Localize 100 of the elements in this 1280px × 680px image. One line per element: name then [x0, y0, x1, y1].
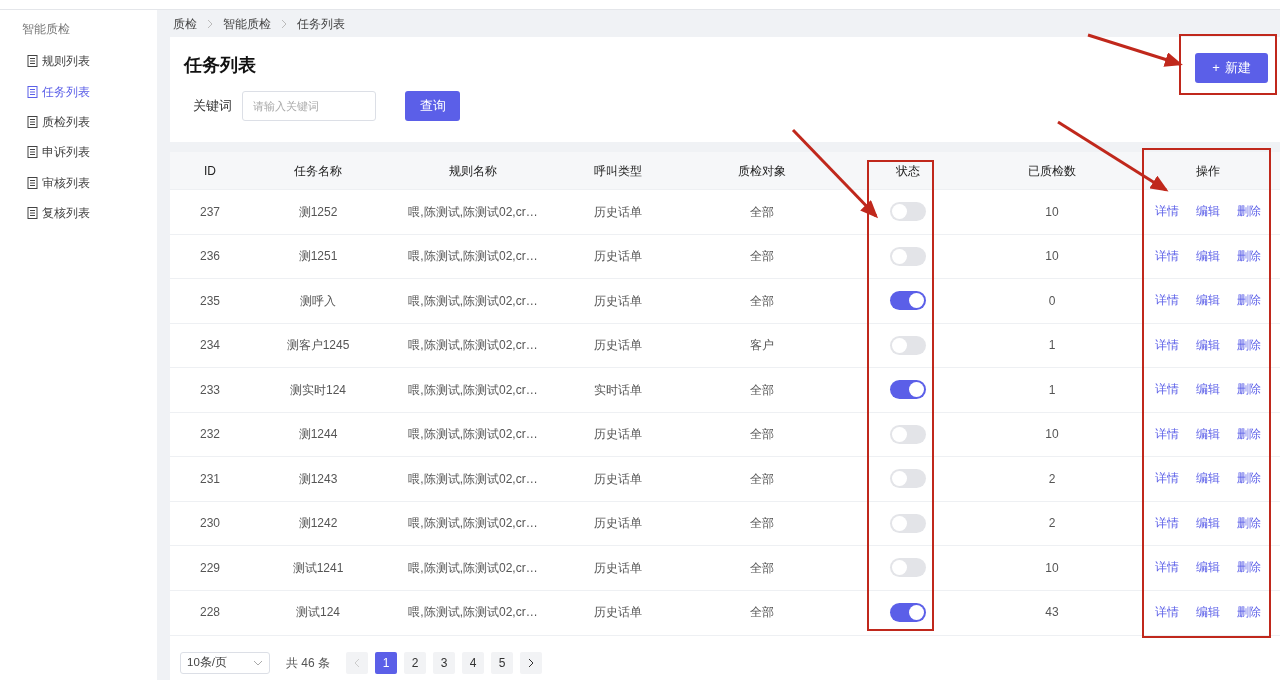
table-cell: 测试1241 — [250, 545, 386, 590]
table-cell: 历史话单 — [560, 545, 676, 590]
table-cell: 1 — [968, 322, 1136, 367]
status-toggle[interactable] — [890, 513, 926, 533]
action-link[interactable]: 编辑 — [1196, 514, 1220, 532]
table-cell: 228 — [170, 589, 250, 634]
table-cell: 喂,陈测试,陈测试02,cr… — [386, 456, 560, 501]
action-link[interactable]: 删除 — [1237, 292, 1261, 310]
page-button[interactable]: 5 — [491, 652, 513, 674]
action-link[interactable]: 详情 — [1155, 247, 1179, 265]
keyword-input-field[interactable]: 请输入关键词 — [242, 90, 376, 121]
column-header: 呼叫类型 — [560, 152, 676, 189]
action-link[interactable]: 详情 — [1155, 470, 1179, 488]
breadcrumb-link[interactable]: 质检 — [173, 14, 197, 33]
action-link[interactable]: 编辑 — [1196, 470, 1220, 488]
column-header: 已质检数 — [968, 152, 1136, 189]
table-cell: 全部 — [676, 545, 848, 590]
table-cell: 测1244 — [250, 411, 386, 456]
status-toggle[interactable] — [890, 246, 926, 266]
action-link[interactable]: 删除 — [1237, 470, 1261, 488]
page-size-select[interactable]: 10条/页 — [180, 652, 270, 674]
table-cell: 10 — [968, 189, 1136, 234]
table-cell: 全部 — [676, 367, 848, 412]
action-link[interactable]: 编辑 — [1196, 292, 1220, 310]
action-link[interactable]: 删除 — [1237, 559, 1261, 577]
column-header: 状态 — [848, 152, 968, 189]
table-cell: 喂,陈测试,陈测试02,cr… — [386, 545, 560, 590]
table-cell: 喂,陈测试,陈测试02,cr… — [386, 411, 560, 456]
page-button[interactable]: 2 — [404, 652, 426, 674]
action-link[interactable]: 详情 — [1155, 203, 1179, 221]
action-link[interactable]: 编辑 — [1196, 381, 1220, 399]
action-link[interactable]: 编辑 — [1196, 425, 1220, 443]
status-toggle[interactable] — [890, 424, 926, 444]
action-link[interactable]: 编辑 — [1196, 247, 1220, 265]
action-link[interactable]: 详情 — [1155, 292, 1179, 310]
table-cell: 全部 — [676, 278, 848, 323]
table-cell: 历史话单 — [560, 233, 676, 278]
table-cell: 历史话单 — [560, 456, 676, 501]
status-toggle[interactable] — [890, 291, 926, 311]
table-cell: 喂,陈测试,陈测试02,cr… — [386, 367, 560, 412]
action-link[interactable]: 编辑 — [1196, 559, 1220, 577]
table-cell: 测1242 — [250, 500, 386, 545]
action-link[interactable]: 详情 — [1155, 603, 1179, 621]
table-cell: 230 — [170, 500, 250, 545]
action-link[interactable]: 删除 — [1237, 247, 1261, 265]
action-link[interactable]: 详情 — [1155, 336, 1179, 354]
action-link[interactable]: 编辑 — [1196, 603, 1220, 621]
status-toggle[interactable] — [890, 469, 926, 489]
table-cell: 236 — [170, 233, 250, 278]
table-cell: 233 — [170, 367, 250, 412]
table-cell: 1 — [968, 367, 1136, 412]
table-cell: 历史话单 — [560, 500, 676, 545]
new-button[interactable]: + 新建 — [1195, 53, 1268, 83]
page-button[interactable]: 4 — [462, 652, 484, 674]
action-link[interactable]: 详情 — [1155, 425, 1179, 443]
action-link[interactable]: 删除 — [1237, 203, 1261, 221]
table-cell: 234 — [170, 322, 250, 367]
table-cell: 2 — [968, 500, 1136, 545]
table-cell: 10 — [968, 545, 1136, 590]
sidebar-item[interactable]: 审核列表 — [0, 167, 157, 198]
page-title: 任务列表 — [184, 55, 257, 77]
status-toggle[interactable] — [890, 202, 926, 222]
column-header: 质检对象 — [676, 152, 848, 189]
table-cell: 235 — [170, 278, 250, 323]
action-link[interactable]: 编辑 — [1196, 336, 1220, 354]
status-toggle[interactable] — [890, 380, 926, 400]
table-cell: 实时话单 — [560, 367, 676, 412]
next-page-button[interactable] — [520, 652, 542, 674]
status-toggle[interactable] — [890, 558, 926, 578]
table-cell: 历史话单 — [560, 589, 676, 634]
sidebar-item[interactable]: 复核列表 — [0, 197, 157, 229]
table-cell: 231 — [170, 456, 250, 501]
action-link[interactable]: 编辑 — [1196, 203, 1220, 221]
chevron-right-icon — [528, 658, 534, 668]
page-button[interactable]: 3 — [433, 652, 455, 674]
action-link[interactable]: 详情 — [1155, 559, 1179, 577]
document-icon — [27, 176, 38, 189]
table-cell: 喂,陈测试,陈测试02,cr… — [386, 500, 560, 545]
action-link[interactable]: 详情 — [1155, 514, 1179, 532]
status-toggle[interactable] — [890, 602, 926, 622]
table-cell: 喂,陈测试,陈测试02,cr… — [386, 589, 560, 634]
sidebar-item[interactable]: 质检列表 — [0, 106, 157, 138]
breadcrumb-link[interactable]: 任务列表 — [297, 14, 345, 33]
action-link[interactable]: 删除 — [1237, 514, 1261, 532]
action-link[interactable]: 删除 — [1237, 603, 1261, 621]
table-cell: 喂,陈测试,陈测试02,cr… — [386, 322, 560, 367]
sidebar-item[interactable]: 规则列表 — [0, 46, 157, 77]
status-toggle[interactable] — [890, 335, 926, 355]
action-link[interactable]: 删除 — [1237, 425, 1261, 443]
action-link[interactable]: 详情 — [1155, 381, 1179, 399]
query-button[interactable]: 查询 — [405, 90, 460, 121]
action-link[interactable]: 删除 — [1237, 381, 1261, 399]
sidebar-item[interactable]: 任务列表 — [0, 76, 157, 107]
chevron-right-icon — [281, 18, 287, 29]
action-link[interactable]: 删除 — [1237, 336, 1261, 354]
table-cell: 测客户1245 — [250, 322, 386, 367]
document-icon — [27, 146, 38, 159]
page-button[interactable]: 1 — [375, 652, 397, 674]
breadcrumb-link[interactable]: 智能质检 — [223, 14, 271, 33]
sidebar-item[interactable]: 申诉列表 — [0, 137, 157, 168]
